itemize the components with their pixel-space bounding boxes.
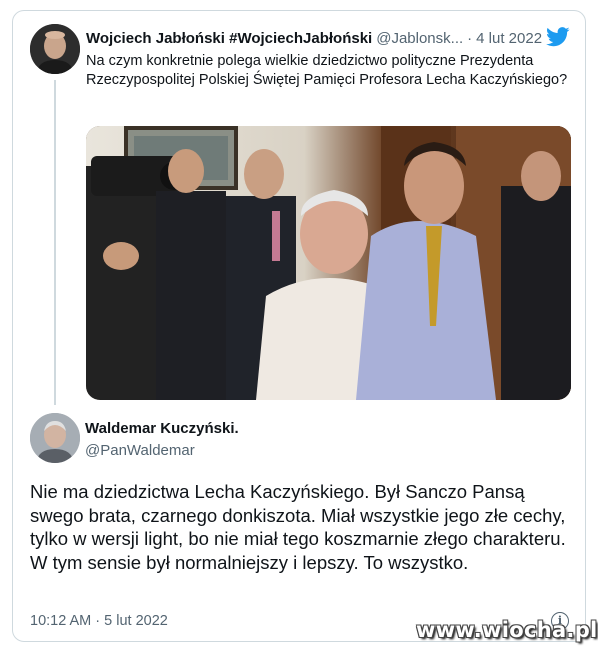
- avatar-waldemar[interactable]: [30, 413, 80, 463]
- quoted-author-name[interactable]: Wojciech Jabłoński #WojciechJabłoński: [86, 30, 372, 47]
- watermark: www.wiocha.pl: [416, 618, 598, 642]
- twitter-bird-icon[interactable]: [546, 27, 570, 47]
- reply-author-handle[interactable]: @PanWaldemar: [85, 442, 195, 459]
- quoted-tweet-header: Wojciech Jabłoński #WojciechJabłoński @J…: [86, 27, 576, 49]
- reply-tweet-text: Nie ma dziedzictwa Lecha Kaczyńskiego. B…: [30, 481, 566, 573]
- header-separator: ·: [467, 29, 473, 47]
- quoted-tweet-text: Na czym konkretnie polega wielkie dziedz…: [86, 53, 568, 88]
- thread-line: [54, 80, 56, 405]
- tweet-timestamp[interactable]: 10:12 AM · 5 lut 2022: [30, 613, 168, 629]
- avatar-wojciech[interactable]: [30, 24, 80, 74]
- quoted-author-handle[interactable]: @Jablonsk...: [376, 30, 463, 47]
- tweet-photo[interactable]: [86, 126, 571, 400]
- reply-author-name[interactable]: Waldemar Kuczyński.: [85, 420, 239, 437]
- quoted-tweet-date[interactable]: 4 lut 2022: [476, 30, 542, 47]
